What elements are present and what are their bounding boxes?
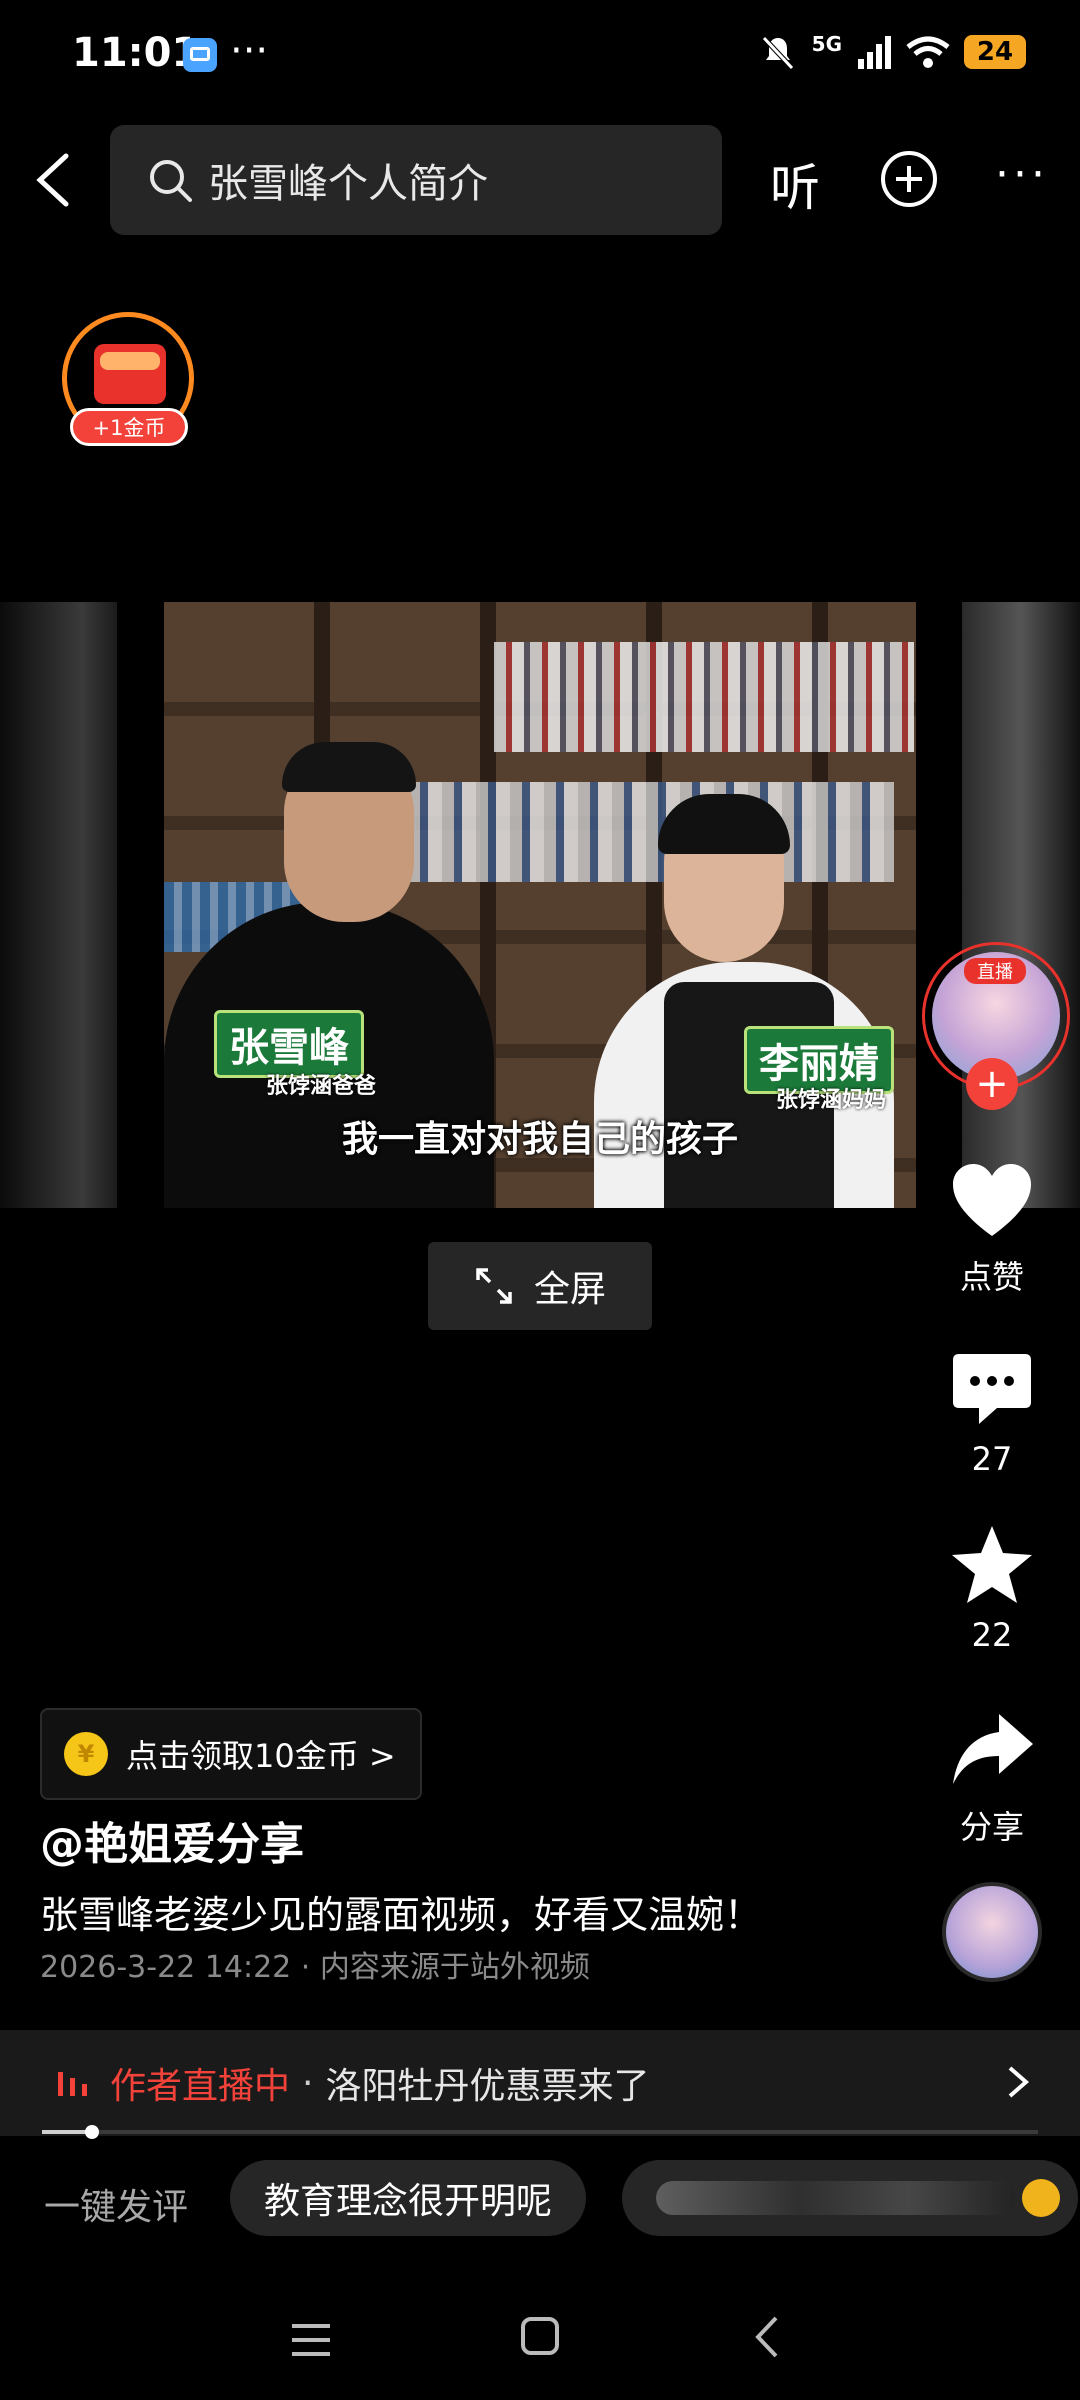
fullscreen-button[interactable]: 全屏 xyxy=(428,1242,652,1330)
comment-icon xyxy=(953,1354,1031,1424)
video-progress-handle[interactable] xyxy=(84,2125,99,2139)
next-video-peek xyxy=(962,602,1080,1208)
live-bars-icon xyxy=(58,2072,87,2096)
search-query-text: 张雪峰个人简介 xyxy=(208,161,488,207)
video-subtitle: 我一直对对我自己的孩子 xyxy=(341,1119,738,1160)
network-type-label: 5G xyxy=(811,32,842,56)
status-indicators: 5G 24 xyxy=(758,32,1026,72)
share-arrow-icon xyxy=(953,1714,1033,1784)
heart-icon xyxy=(953,1164,1031,1236)
live-status: 作者直播中 xyxy=(110,2066,291,2107)
add-circle-icon[interactable] xyxy=(880,150,938,208)
comment-count: 27 xyxy=(971,1440,1013,1478)
signal-icon xyxy=(858,36,891,69)
claim-coins-label: 点击领取10金币 > xyxy=(126,1737,396,1775)
follow-button[interactable]: + xyxy=(966,1058,1018,1110)
quick-comment-chip[interactable] xyxy=(622,2160,1078,2236)
more-options-button[interactable]: ··· xyxy=(995,153,1049,197)
wifi-icon xyxy=(906,36,950,68)
chevron-right-icon xyxy=(1008,2066,1030,2098)
live-description: 洛阳牡丹优惠票来了 xyxy=(325,2066,650,2107)
fullscreen-label: 全屏 xyxy=(533,1269,606,1310)
favorite-button[interactable]: 22 xyxy=(932,1522,1052,1654)
share-label: 分享 xyxy=(959,1808,1024,1846)
live-badge: 直播 xyxy=(964,958,1026,984)
books-row xyxy=(394,782,894,882)
nav-back-icon[interactable] xyxy=(752,2314,780,2360)
mute-icon xyxy=(761,36,794,70)
favorite-count: 22 xyxy=(971,1616,1013,1654)
previous-video-peek xyxy=(0,602,117,1208)
share-button[interactable]: 分享 xyxy=(932,1708,1052,1848)
video-player[interactable]: 张雪峰 张饽涵爸爸 李丽婧 张饽涵妈妈 我一直对对我自己的孩子 xyxy=(164,602,916,1208)
search-icon xyxy=(150,160,192,202)
battery-indicator: 24 xyxy=(964,35,1026,69)
emoji-icon xyxy=(1022,2179,1060,2217)
blurred-comment-preview xyxy=(656,2181,1016,2215)
status-more-dots: ··· xyxy=(230,28,269,74)
post-meta: 2026-3-22 14:22 · 内容来源于站外视频 xyxy=(40,1950,590,1985)
quick-comment-chip[interactable]: 教育理念很开明呢 xyxy=(230,2160,587,2236)
like-label: 点赞 xyxy=(959,1258,1024,1296)
expand-icon xyxy=(476,1268,512,1304)
live-separator: · xyxy=(302,2062,314,2104)
author-handle[interactable]: @艳姐爱分享 xyxy=(40,1808,304,1872)
man-hair xyxy=(282,742,416,792)
music-disc-avatar[interactable] xyxy=(942,1882,1042,1982)
books-row xyxy=(494,642,914,752)
coin-icon: ¥ xyxy=(64,1732,108,1776)
name-sub-left: 张饽涵爸爸 xyxy=(266,1074,377,1099)
status-time: 11:01 xyxy=(72,30,200,76)
comment-button[interactable]: 27 xyxy=(932,1346,1052,1478)
red-envelope-icon xyxy=(94,344,166,404)
live-banner[interactable]: 作者直播中 · 洛阳牡丹优惠票来了 xyxy=(0,2030,1080,2136)
quick-comment-label: 一键发评 xyxy=(44,2187,189,2228)
coin-reward-label: +1金币 xyxy=(70,408,188,446)
home-icon[interactable] xyxy=(520,2316,560,2356)
star-icon xyxy=(952,1526,1032,1603)
post-description: 张雪峰老婆少见的露面视频，好看又温婉！ xyxy=(40,1893,763,1937)
claim-coins-button[interactable]: ¥ 点击领取10金币 > xyxy=(40,1708,422,1800)
listen-button[interactable]: 听 xyxy=(770,148,820,220)
back-arrow-icon[interactable] xyxy=(28,150,78,210)
like-button[interactable]: 点赞 xyxy=(932,1158,1052,1298)
video-progress-track[interactable] xyxy=(42,2130,1038,2134)
recent-apps-icon[interactable] xyxy=(290,2322,332,2358)
search-bar[interactable]: 张雪峰个人简介 xyxy=(110,125,722,235)
notification-app-icon xyxy=(183,38,217,72)
